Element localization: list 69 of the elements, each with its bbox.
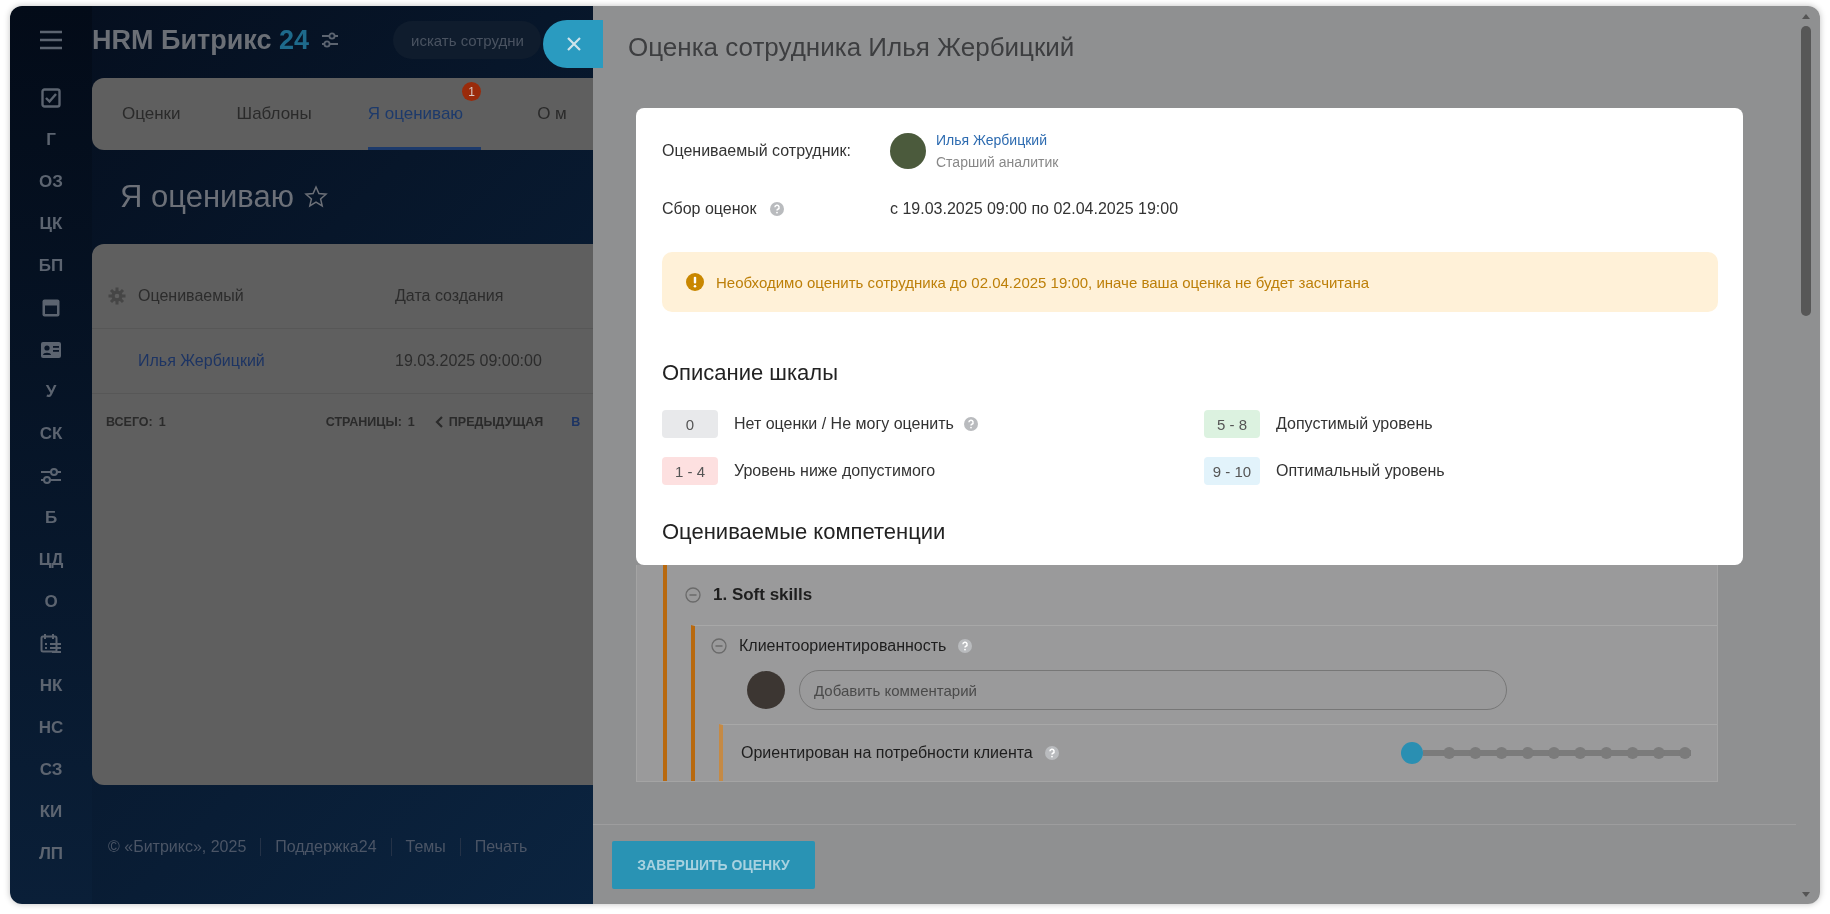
sidebar-item[interactable]: ОЗ (39, 172, 63, 192)
sidebar-item[interactable]: СК (39, 424, 63, 444)
settings-icon[interactable] (108, 287, 126, 305)
slider-thumb[interactable] (1401, 742, 1423, 764)
sidebar-item[interactable]: ЛП (38, 844, 64, 864)
scale-range: 0 (662, 410, 718, 438)
sidebar-item[interactable]: Б (44, 508, 58, 528)
checkbox-icon[interactable] (41, 88, 61, 108)
sidebar-item[interactable]: О (44, 592, 58, 612)
logo[interactable]: HRM Битрикс 24 (92, 24, 310, 56)
warning-icon (686, 273, 704, 291)
employee-position: Старший аналитик (936, 154, 1059, 170)
collapse-icon[interactable] (685, 587, 701, 603)
scale-range: 9 - 10 (1204, 457, 1260, 485)
avatar (747, 671, 785, 709)
competency-group-title: 1. Soft skills (713, 585, 813, 605)
sidebar-item[interactable]: БП (38, 256, 64, 276)
menu-icon[interactable] (38, 29, 64, 51)
help-icon[interactable] (963, 417, 978, 431)
window-icon[interactable] (41, 298, 61, 318)
scale-range: 1 - 4 (662, 457, 718, 485)
employee-link[interactable]: Илья Жербицкий (936, 132, 1059, 148)
comment-field[interactable]: Добавить комментарий (799, 670, 1507, 710)
finish-evaluation-button[interactable]: ЗАВЕРШИТЬ ОЦЕНКУ (612, 840, 815, 889)
help-icon[interactable] (958, 639, 973, 653)
page-title: Я оцениваю (120, 179, 294, 215)
tab[interactable]: Я оцениваю 1 (367, 78, 482, 150)
competency-title: Клиентоориентированность (739, 637, 947, 655)
sidebar-item[interactable]: НК (39, 676, 63, 696)
collapse-icon[interactable] (711, 638, 727, 654)
field-label: Сбор оценок (662, 200, 757, 218)
section-title: Оцениваемые компетенции (662, 519, 947, 545)
field-label: Оцениваемый сотрудник: (662, 142, 851, 160)
avatar (890, 133, 926, 169)
sliders-icon[interactable] (40, 467, 62, 485)
scale-range: 5 - 8 (1204, 410, 1260, 438)
sidebar-item[interactable]: Г (46, 130, 56, 150)
indicator-title: Ориентирован на потребности клиента (741, 744, 1033, 762)
scale-label: Нет оценки / Не могу оценить (734, 415, 954, 433)
copyright-text: © «Битрикс», 2025 (108, 838, 248, 856)
close-button[interactable] (543, 20, 603, 68)
panel-title: Оценка сотрудника Илья Жербицкий (627, 31, 1076, 64)
field-value: с 19.03.2025 09:00 по 02.04.2025 19:00 (890, 200, 1179, 218)
scale-label: Допустимый уровень (1276, 415, 1433, 433)
next-page-link[interactable]: В (571, 415, 581, 429)
sidebar-item[interactable]: СЗ (39, 760, 63, 780)
scale-label: Оптимальный уровень (1276, 462, 1445, 480)
counter-badge: 1 (462, 82, 482, 101)
sidebar-item[interactable]: У (45, 382, 57, 402)
section-title: Описание шкалы (662, 360, 839, 386)
contact-card-icon[interactable] (40, 341, 62, 359)
star-icon[interactable] (303, 185, 328, 209)
sidebar-item[interactable]: ЦД (38, 550, 64, 570)
footer-link[interactable]: Печать (459, 838, 542, 856)
search-field[interactable]: искать сотрудни (393, 21, 542, 59)
close-icon (566, 36, 582, 52)
calendar-list-icon[interactable] (40, 633, 62, 655)
sliders-icon[interactable] (321, 32, 340, 48)
employee-link[interactable]: Илья Жербицкий (138, 352, 395, 370)
sidebar-item[interactable]: НС (38, 718, 64, 738)
help-icon[interactable] (1044, 746, 1059, 760)
help-icon[interactable] (770, 202, 785, 216)
alert-text: Необходимо оценить сотрудника до 02.04.2025 19:00, иначе ваша оценка не будет засчитана (716, 273, 1370, 291)
footer-link[interactable]: Поддержка24 (260, 838, 391, 856)
footer-link[interactable]: Темы (390, 838, 460, 856)
sidebar-item[interactable]: ЦК (39, 214, 63, 234)
scale-label: Уровень ниже допустимого (734, 462, 936, 480)
chevron-left-icon[interactable] (434, 416, 443, 428)
sidebar-item[interactable]: КИ (39, 802, 63, 822)
